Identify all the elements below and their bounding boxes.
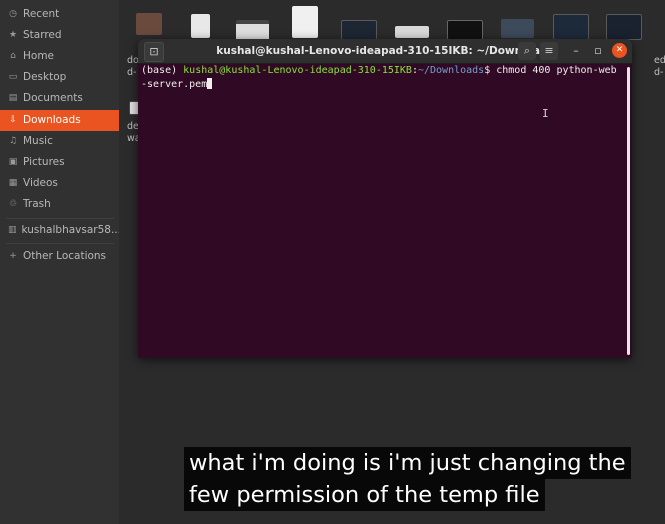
file-thumbnail[interactable]: [191, 14, 210, 38]
sidebar-divider: [6, 243, 114, 244]
file-label: d-: [654, 67, 664, 78]
desktop-icon: ▭: [8, 72, 18, 82]
sidebar-item-other-locations[interactable]: + Other Locations: [0, 246, 119, 267]
sidebar-item-label: Recent: [23, 8, 60, 20]
menu-icon[interactable]: ≡: [540, 42, 558, 60]
videos-icon: ▦: [8, 178, 18, 188]
terminal-window[interactable]: ⊡ kushal@kushal-Lenovo-ideapad-310-15IKB…: [138, 39, 632, 358]
sidebar-item-label: Desktop: [23, 71, 67, 83]
drive-icon: ▥: [8, 225, 17, 235]
sidebar-item-desktop[interactable]: ▭ Desktop: [0, 67, 119, 88]
file-thumbnail[interactable]: [606, 14, 642, 40]
search-icon[interactable]: ⌕: [518, 42, 536, 60]
prompt-end: $: [484, 65, 497, 76]
pictures-icon: ▣: [8, 157, 18, 167]
music-icon: ♫: [8, 136, 18, 146]
file-label: d-: [127, 67, 137, 78]
sidebar-item-label: kushalbhavsar58...: [21, 224, 119, 236]
terminal-titlebar[interactable]: ⊡ kushal@kushal-Lenovo-ideapad-310-15IKB…: [138, 39, 632, 64]
close-icon[interactable]: ✕: [612, 43, 627, 58]
sidebar-item-label: Home: [23, 50, 55, 62]
sidebar-item-label: Videos: [23, 177, 58, 189]
caption-line-1: what i'm doing is i'm just changing the: [184, 447, 631, 479]
mouse-ibeam-icon: I: [542, 107, 549, 120]
sidebar-item-label: Starred: [23, 29, 62, 41]
text-cursor: [207, 77, 213, 89]
documents-icon: ▤: [8, 93, 18, 103]
file-thumbnail[interactable]: [447, 20, 483, 40]
clock-icon: ◷: [9, 9, 17, 19]
download-icon: ⇩: [9, 115, 17, 125]
sidebar-item-drive[interactable]: ▥ kushalbhavsar58...: [0, 220, 119, 241]
sidebar-divider: [6, 218, 114, 219]
file-thumbnail[interactable]: [395, 26, 429, 38]
star-icon: ★: [8, 30, 18, 40]
files-sidebar: ◷ Recent ★ Starred ⌂ Home ▭ Desktop ▤ Do…: [0, 0, 119, 524]
sidebar-item-label: Music: [23, 135, 53, 147]
sidebar-item-label: Other Locations: [23, 250, 107, 262]
file-thumbnail[interactable]: [501, 19, 534, 38]
prompt-env: (base): [141, 65, 184, 76]
sidebar-item-trash[interactable]: ♲ Trash: [0, 194, 119, 215]
minimize-icon[interactable]: –: [567, 42, 585, 60]
sidebar-item-home[interactable]: ⌂ Home: [0, 46, 119, 67]
sidebar-item-label: Trash: [23, 198, 51, 210]
trash-icon: ♲: [8, 199, 18, 209]
sidebar-item-label: Pictures: [23, 156, 65, 168]
sidebar-item-label: Downloads: [23, 114, 81, 126]
sidebar-item-downloads[interactable]: ⇩ Downloads: [0, 110, 119, 131]
prompt-user: kushal@kushal-Lenovo-ideapad-310-15IKB: [183, 65, 412, 76]
terminal-scrollbar[interactable]: [627, 67, 630, 355]
sidebar-item-videos[interactable]: ▦ Videos: [0, 173, 119, 194]
maximize-icon[interactable]: ▫: [589, 42, 607, 60]
file-thumbnail[interactable]: [553, 14, 589, 40]
file-thumbnail[interactable]: [341, 20, 377, 40]
sidebar-item-music[interactable]: ♫ Music: [0, 131, 119, 152]
terminal-output[interactable]: (base) kushal@kushal-Lenovo-ideapad-310-…: [141, 65, 621, 91]
video-caption: what i'm doing is i'm just changing the …: [184, 447, 631, 511]
sidebar-item-documents[interactable]: ▤ Documents: [0, 88, 119, 109]
sidebar-item-starred[interactable]: ★ Starred: [0, 25, 119, 46]
sidebar-item-recent[interactable]: ◷ Recent: [0, 4, 119, 25]
prompt-path: ~/Downloads: [417, 65, 485, 76]
home-icon: ⌂: [10, 51, 16, 61]
sidebar-item-pictures[interactable]: ▣ Pictures: [0, 152, 119, 173]
caption-line-2: few permission of the temp file: [184, 479, 545, 511]
sidebar-item-label: Documents: [23, 92, 83, 104]
plus-icon: +: [9, 251, 17, 261]
file-thumbnail[interactable]: [292, 6, 318, 38]
file-label: ed: [654, 55, 665, 66]
folder-thumbnail[interactable]: [136, 13, 162, 35]
